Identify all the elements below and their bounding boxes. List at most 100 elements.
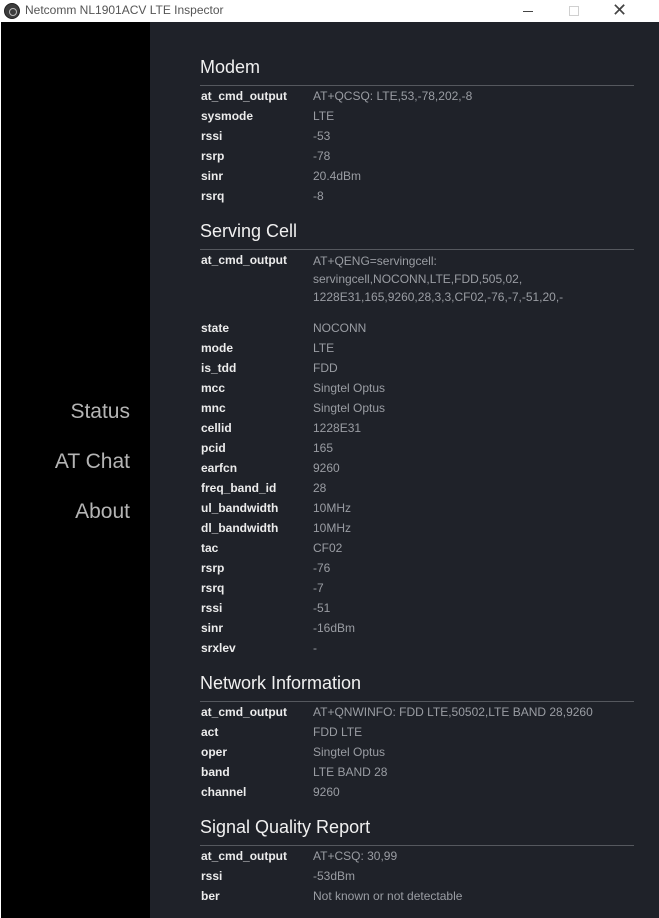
row-key: pcid bbox=[201, 441, 226, 455]
row-key: is_tdd bbox=[201, 361, 237, 375]
row-key: rssi bbox=[201, 869, 223, 883]
row-value: LTE bbox=[313, 109, 335, 123]
row-value: Singtel Optus bbox=[313, 745, 386, 759]
table-row: sysmode LTE bbox=[200, 106, 634, 126]
table-row: cellid 1228E31 bbox=[200, 418, 634, 438]
section-title: Serving Cell bbox=[200, 221, 298, 241]
table-row: rssi -51 bbox=[200, 598, 634, 618]
row-key: rssi bbox=[201, 129, 223, 143]
row-value: AT+QENG=servingcell: servingcell,NOCONN,… bbox=[313, 254, 564, 304]
row-value: FDD bbox=[313, 361, 338, 375]
sidebar-item-about[interactable]: About bbox=[75, 500, 130, 524]
row-value: 9260 bbox=[313, 461, 340, 475]
row-value: -8 bbox=[313, 189, 324, 203]
row-key: ber bbox=[201, 889, 220, 903]
modem-rows: at_cmd_output AT+QCSQ: LTE,53,-78,202,-8 s… bbox=[200, 86, 634, 206]
row-key: sinr bbox=[201, 621, 224, 635]
row-value: NOCONN bbox=[313, 321, 367, 335]
app-icon bbox=[4, 3, 20, 19]
table-row: ul_bandwidth 10MHz bbox=[200, 498, 634, 518]
row-value: Singtel Optus bbox=[313, 381, 386, 395]
close-button[interactable]: ✕ bbox=[597, 0, 642, 22]
minimize-icon bbox=[522, 10, 533, 12]
row-key: cellid bbox=[201, 421, 232, 435]
window-title: Netcomm NL1901ACV LTE Inspector bbox=[25, 3, 224, 17]
table-row: rsrp -78 bbox=[200, 146, 634, 166]
row-value: Singtel Optus bbox=[313, 401, 386, 415]
row-key: rssi bbox=[201, 601, 223, 615]
row-key: ul_bandwidth bbox=[201, 501, 279, 515]
network-information-section: Network Information at_cmd_output AT+QNWI… bbox=[200, 673, 634, 802]
row-key: earfcn bbox=[201, 461, 238, 475]
row-key: at_cmd_output bbox=[201, 253, 288, 267]
row-value: AT+QNWINFO: FDD LTE,50502,LTE BAND 28,92… bbox=[313, 705, 593, 719]
row-value: AT+QCSQ: LTE,53,-78,202,-8 bbox=[313, 89, 473, 103]
table-row: at_cmd_output AT+QCSQ: LTE,53,-78,202,-8 bbox=[200, 86, 634, 106]
signal-quality-section: Signal Quality Report at_cmd_output AT+CS… bbox=[200, 817, 634, 906]
maximize-button[interactable] bbox=[551, 0, 596, 22]
table-row: rsrp -76 bbox=[200, 558, 634, 578]
table-row: rsrq -8 bbox=[200, 186, 634, 206]
sidebar-item-at-chat[interactable]: AT Chat bbox=[55, 450, 130, 474]
table-row: srxlev - bbox=[200, 638, 634, 658]
row-key: tac bbox=[201, 541, 219, 555]
row-key: at_cmd_output bbox=[201, 849, 288, 863]
table-row: dl_bandwidth 10MHz bbox=[200, 518, 634, 538]
row-value: FDD LTE bbox=[313, 725, 363, 739]
row-key: rsrp bbox=[201, 561, 225, 575]
serving-cell-rows: at_cmd_output AT+QENG=servingcell: servin… bbox=[200, 250, 634, 658]
modem-section: Modem at_cmd_output AT+QCSQ: LTE,53,-78,2… bbox=[200, 57, 634, 206]
row-value: -51 bbox=[313, 601, 331, 615]
table-row: rssi -53dBm bbox=[200, 866, 634, 886]
table-row: earfcn 9260 bbox=[200, 458, 634, 478]
table-row: oper Singtel Optus bbox=[200, 742, 634, 762]
section-title: Modem bbox=[200, 57, 261, 77]
table-row: rssi -53 bbox=[200, 126, 634, 146]
row-value: LTE bbox=[313, 341, 335, 355]
serving-cell-section: Serving Cell at_cmd_output AT+QENG=servin… bbox=[200, 221, 634, 658]
table-row: at_cmd_output AT+QNWINFO: FDD LTE,50502,L… bbox=[200, 702, 634, 722]
title-bar: Netcomm NL1901ACV LTE Inspector ✕ bbox=[0, 0, 659, 22]
table-row: is_tdd FDD bbox=[200, 358, 634, 378]
table-row: ber Not known or not detectable bbox=[200, 886, 634, 906]
table-row: pcid 165 bbox=[200, 438, 634, 458]
section-title: Signal Quality Report bbox=[200, 817, 371, 837]
row-value: -76 bbox=[313, 561, 331, 575]
table-row: tac CF02 bbox=[200, 538, 634, 558]
table-row: act FDD LTE bbox=[200, 722, 634, 742]
row-value: -7 bbox=[313, 581, 324, 595]
row-key: act bbox=[201, 725, 219, 739]
table-row: sinr 20.4dBm bbox=[200, 166, 634, 186]
row-key: rsrq bbox=[201, 581, 225, 595]
row-value: -53 bbox=[313, 129, 331, 143]
row-value: 165 bbox=[313, 441, 334, 455]
row-key: sysmode bbox=[201, 109, 254, 123]
row-value: - bbox=[313, 641, 317, 655]
table-row: state NOCONN bbox=[200, 318, 634, 338]
row-value: CF02 bbox=[313, 541, 343, 555]
row-value: 10MHz bbox=[313, 501, 352, 515]
row-key: rsrq bbox=[201, 189, 225, 203]
maximize-icon bbox=[568, 6, 579, 16]
row-key: mode bbox=[201, 341, 234, 355]
row-key: mcc bbox=[201, 381, 226, 395]
minimize-button[interactable] bbox=[505, 0, 550, 22]
table-row: at_cmd_output AT+QENG=servingcell: servin… bbox=[200, 250, 634, 318]
row-value: Not known or not detectable bbox=[313, 889, 463, 903]
row-key: freq_band_id bbox=[201, 481, 277, 495]
row-key: mnc bbox=[201, 401, 226, 415]
row-value: 28 bbox=[313, 481, 327, 495]
table-row: mode LTE bbox=[200, 338, 634, 358]
table-row: freq_band_id 28 bbox=[200, 478, 634, 498]
row-value: LTE BAND 28 bbox=[313, 765, 388, 779]
signal-quality-rows: at_cmd_output AT+CSQ: 30,99 rssi -53dBm ber N… bbox=[200, 846, 634, 906]
row-value: 1228E31 bbox=[313, 421, 362, 435]
table-row: band LTE BAND 28 bbox=[200, 762, 634, 782]
row-key: at_cmd_output bbox=[201, 705, 288, 719]
row-key: dl_bandwidth bbox=[201, 521, 279, 535]
table-row: mnc Singtel Optus bbox=[200, 398, 634, 418]
main-content[interactable]: Modem at_cmd_output AT+QCSQ: LTE,53,-78,2… bbox=[150, 22, 659, 918]
table-row: at_cmd_output AT+CSQ: 30,99 bbox=[200, 846, 634, 866]
close-icon: ✕ bbox=[611, 0, 628, 21]
sidebar-item-status[interactable]: Status bbox=[70, 400, 130, 424]
